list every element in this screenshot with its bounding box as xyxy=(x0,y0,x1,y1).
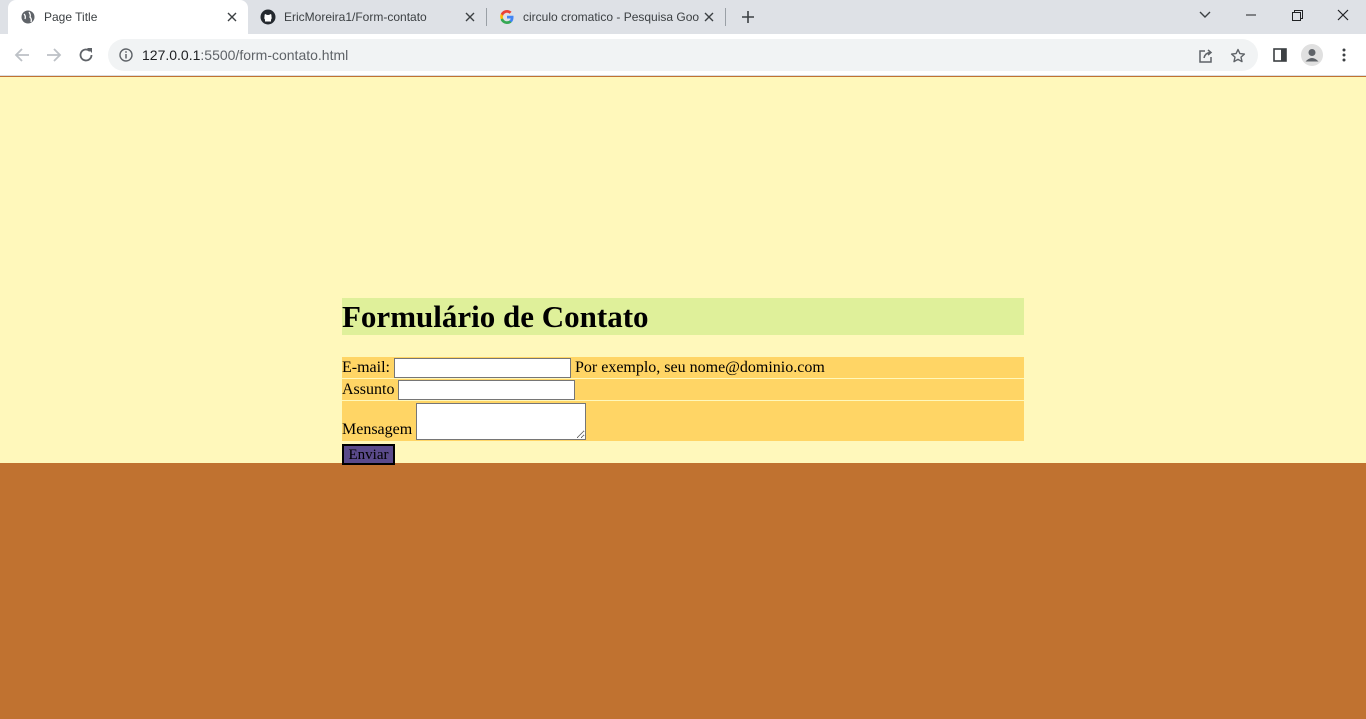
tab-strip: Page Title EricMoreira1/Form-contato cir… xyxy=(0,0,1366,34)
url-host: 127.0.0.1 xyxy=(142,47,201,63)
email-field[interactable] xyxy=(393,358,571,378)
tab-google-search[interactable]: circulo cromatico - Pesquisa Goo xyxy=(487,0,725,34)
forward-button[interactable] xyxy=(40,41,68,69)
email-hint: Por exemplo, seu nome@dominio.com xyxy=(574,359,825,376)
new-tab-button[interactable] xyxy=(736,5,760,29)
contact-form-container: Formulário de Contato E-mail: Por exempl… xyxy=(342,298,1024,465)
avatar-icon xyxy=(1301,44,1323,66)
menu-button[interactable] xyxy=(1330,41,1358,69)
plus-icon xyxy=(742,11,754,23)
subject-label: Assunto xyxy=(342,381,395,398)
browser-toolbar: 127.0.0.1:5500/form-contato.html xyxy=(0,34,1366,76)
subject-row: Assunto xyxy=(342,379,1024,400)
google-icon xyxy=(499,9,515,25)
message-textarea[interactable] xyxy=(416,403,587,440)
message-row: Mensagem xyxy=(342,401,1024,441)
bookmark-star-icon[interactable] xyxy=(1228,46,1248,66)
share-icon[interactable] xyxy=(1196,46,1216,66)
minimize-icon xyxy=(1246,14,1256,16)
submit-button[interactable]: Enviar xyxy=(342,444,395,465)
chevron-down-icon xyxy=(1199,11,1211,18)
tab-github[interactable]: EricMoreira1/Form-contato xyxy=(248,0,486,34)
side-panel-icon xyxy=(1273,48,1287,62)
reload-button[interactable] xyxy=(72,41,100,69)
kebab-menu-icon xyxy=(1342,48,1346,62)
reload-icon xyxy=(79,48,93,62)
arrow-left-icon xyxy=(14,48,29,62)
profile-button[interactable] xyxy=(1298,41,1326,69)
close-icon[interactable] xyxy=(224,9,240,25)
page-viewport: Formulário de Contato E-mail: Por exempl… xyxy=(0,77,1366,719)
info-icon[interactable] xyxy=(118,47,134,63)
page-title: Formulário de Contato xyxy=(342,298,1024,335)
url-text: 127.0.0.1:5500/form-contato.html xyxy=(142,47,1258,63)
restore-icon xyxy=(1291,9,1303,21)
minimize-button[interactable] xyxy=(1228,0,1274,30)
tab-search-button[interactable] xyxy=(1182,0,1228,30)
tab-separator xyxy=(725,8,726,26)
tab-title: Page Title xyxy=(44,10,98,24)
close-window-button[interactable] xyxy=(1320,0,1366,30)
email-label: E-mail: xyxy=(342,359,390,376)
close-icon[interactable] xyxy=(701,9,717,25)
url-path: :5500/form-contato.html xyxy=(200,47,349,63)
address-bar[interactable]: 127.0.0.1:5500/form-contato.html xyxy=(108,39,1258,71)
back-button[interactable] xyxy=(8,41,36,69)
tab-title: circulo cromatico - Pesquisa Goo xyxy=(523,10,700,24)
arrow-right-icon xyxy=(47,48,62,62)
subject-field[interactable] xyxy=(398,380,576,400)
message-label: Mensagem xyxy=(342,421,413,438)
github-icon xyxy=(260,9,276,25)
close-icon[interactable] xyxy=(462,9,478,25)
close-icon xyxy=(1337,9,1349,21)
tab-page-title[interactable]: Page Title xyxy=(8,0,248,34)
side-panel-button[interactable] xyxy=(1266,41,1294,69)
tab-title: EricMoreira1/Form-contato xyxy=(284,10,427,24)
globe-icon xyxy=(20,9,36,25)
contact-form: E-mail: Por exemplo, seu nome@dominio.co… xyxy=(342,357,1024,465)
email-row: E-mail: Por exemplo, seu nome@dominio.co… xyxy=(342,357,1024,378)
restore-button[interactable] xyxy=(1274,0,1320,30)
